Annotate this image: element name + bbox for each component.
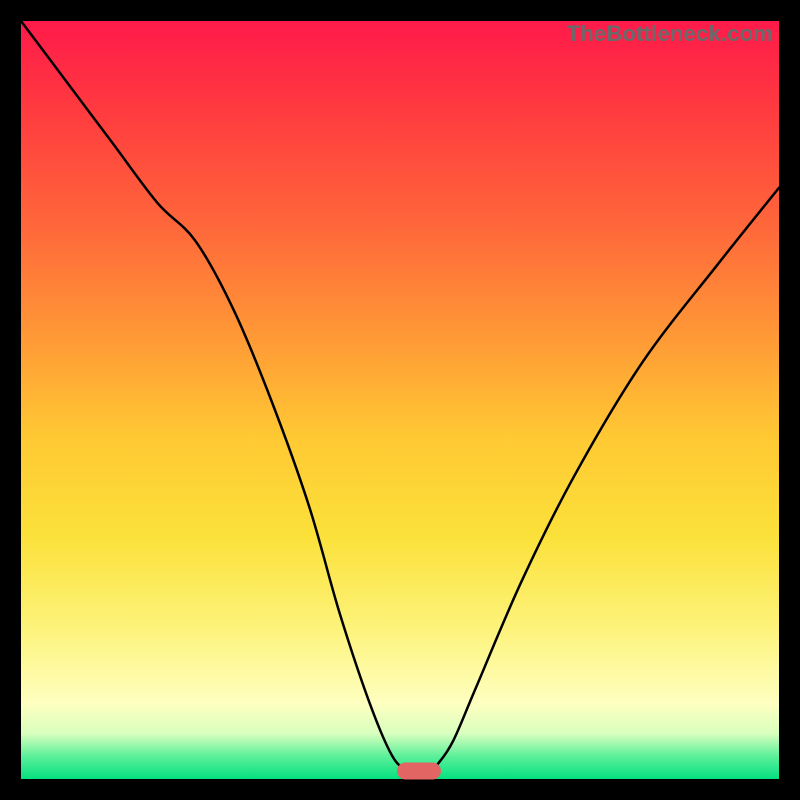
plot-area: TheBottleneck.com: [21, 21, 779, 779]
minimum-marker: [397, 763, 441, 780]
bottleneck-curve: [21, 21, 779, 779]
chart-frame: TheBottleneck.com: [0, 0, 800, 800]
watermark-text: TheBottleneck.com: [567, 21, 773, 47]
